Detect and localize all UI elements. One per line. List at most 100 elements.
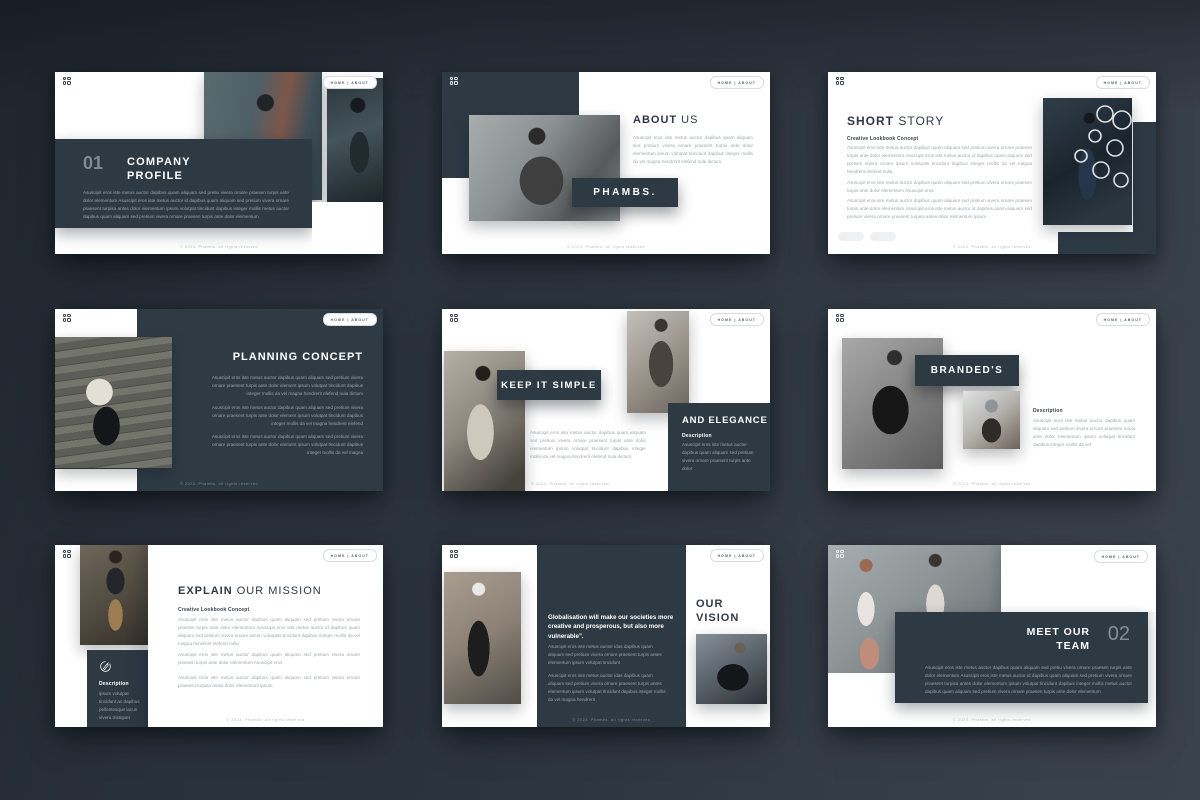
copyright-footer: © 2023. Phambs. all rights reserved <box>442 245 770 249</box>
slide-short-story[interactable]: SHORT STORY Creative Lookbook Concept As… <box>828 72 1156 254</box>
copyright-footer: © 2023. Phambs. all rights reserved <box>828 245 1156 249</box>
copyright-footer: © 2023. Phambs. all rights reserved <box>148 718 383 722</box>
photo-model-stairs <box>55 337 172 468</box>
nav-badge[interactable]: HOME | ABOUT <box>710 313 764 326</box>
photo-model-profile-dark <box>327 78 383 202</box>
copyright-footer: © 2023. Phambs. all rights reserved <box>472 482 668 486</box>
body-paragraph: Asuscipit eros iste metus auctor dapibus… <box>847 144 1032 176</box>
body-paragraph: Asuscipit eros iste metus auctor dapibus… <box>83 189 289 221</box>
slide-title-line2: PROFILE <box>127 169 191 183</box>
slide-planning-concept[interactable]: PLANNING CONCEPT Asuscipit eros iste met… <box>55 309 383 491</box>
body-paragraph: Asuscipit eros iste metus auctor dapibus… <box>201 374 363 398</box>
copyright-footer: © 2023. Phambs. all rights reserved <box>55 245 383 249</box>
slide-number: 01 <box>83 153 103 174</box>
section-title-light: OUR MISSION <box>237 585 322 597</box>
photo-model-blazer <box>627 311 689 413</box>
body-paragraph: Asuscipit eros iste metus auctor dapibus… <box>178 651 360 667</box>
nav-badge[interactable]: HOME | ABOUT <box>1094 550 1148 563</box>
photo-model-winter <box>963 391 1020 449</box>
slide-title-line2: TEAM <box>1027 640 1090 654</box>
brand-logo-icon <box>63 550 72 559</box>
pagination-pill <box>838 232 864 241</box>
copyright-footer: © 2023. Phambs. all rights reserved <box>828 482 1156 486</box>
slide-meet-team[interactable]: MEET OUR TEAM 02 Asuscipit eros iste met… <box>828 545 1156 727</box>
description-card: Description ipsum volutpat tincidunt ac … <box>87 650 151 727</box>
team-panel: MEET OUR TEAM 02 Asuscipit eros iste met… <box>895 612 1148 703</box>
elegance-panel: AND ELEGANCE Description Asuscipit eros … <box>668 403 770 491</box>
photo-model-neon-night <box>1043 98 1132 225</box>
description-text: Asuscipit eros iste metus auctor dapibus… <box>1033 417 1135 449</box>
brand-logo-icon <box>450 77 459 86</box>
nav-badge[interactable]: HOME | ABOUT <box>1096 76 1150 89</box>
slide-title-line1: MEET OUR <box>1027 626 1090 640</box>
body-paragraph: Asuscipit eros iste metus auctor dapibus… <box>530 429 646 461</box>
slide-keep-it-simple[interactable]: KEEP IT SIMPLE Asuscipit eros iste metus… <box>442 309 770 491</box>
section-title-bold: SHORT <box>847 114 894 128</box>
neon-rings-decoration <box>1043 98 1132 225</box>
body-paragraph: Asuscipit eros iste metus auctor idas da… <box>548 643 666 667</box>
pagination-pill <box>870 232 896 241</box>
slide-explain-mission[interactable]: Description ipsum volutpat tincidunt ac … <box>55 545 383 727</box>
body-paragraph: Asuscipit eros iste metus auctor dapibus… <box>178 616 360 648</box>
nav-badge[interactable]: HOME | ABOUT <box>710 549 764 562</box>
slide-company-profile[interactable]: 01 COMPANY PROFILE Asuscipit eros iste m… <box>55 72 383 254</box>
section-title-light: US <box>681 114 698 126</box>
statement-banner: BRANDED'S <box>915 355 1019 386</box>
brand-logo-icon <box>450 550 459 559</box>
body-paragraph: Asuscipit eros iste metus auctor dapibus… <box>847 179 1032 195</box>
slide-title-line2: VISION <box>696 611 739 625</box>
slide-number: 02 <box>1108 623 1130 646</box>
nav-badge[interactable]: HOME | ABOUT <box>710 76 764 89</box>
section-title-bold: ABOUT <box>633 114 677 126</box>
section-title-light: STORY <box>898 114 944 128</box>
brand-logo-icon <box>836 77 845 86</box>
panel-title: AND ELEGANCE <box>682 415 768 426</box>
description-label: Description <box>1033 408 1063 414</box>
copyright-footer: © 2023. Phambs. all rights reserved <box>828 718 1156 722</box>
subheading: Creative Lookbook Concept <box>178 607 249 613</box>
subheading: Creative Lookbook Concept <box>847 136 918 142</box>
body-paragraph: Asuscipit eros iste metus auctor dapibus… <box>201 404 363 428</box>
slide-about-us[interactable]: PHAMBS. ABOUT US Asuscipit eros iste met… <box>442 72 770 254</box>
body-paragraph: Asuscipit eros iste metus auctor dapibus… <box>633 134 753 166</box>
quote-panel: Globalisation will make our societies mo… <box>537 545 686 727</box>
nav-badge[interactable]: HOME | ABOUT <box>323 313 377 326</box>
slide-brandeds[interactable]: BRANDED'S Description Asuscipit eros ist… <box>828 309 1156 491</box>
description-label: Description <box>682 433 712 439</box>
body-paragraph: Asuscipit eros iste metus auctor dapibus… <box>925 664 1132 696</box>
corner-whitebox <box>55 469 137 491</box>
brand-logo-icon <box>63 314 72 323</box>
bottom-slate-panel <box>1058 232 1156 254</box>
photo-model-white-cap <box>444 572 521 704</box>
pen-icon <box>99 660 112 673</box>
slide-our-vision[interactable]: Globalisation will make our societies mo… <box>442 545 770 727</box>
slide-title-line1: COMPANY <box>127 155 191 169</box>
statement-banner: KEEP IT SIMPLE <box>497 370 601 400</box>
description-label: Description <box>99 681 129 687</box>
copyright-footer: © 2023. Phambs. all rights reserved <box>55 482 383 486</box>
photo-model-city <box>696 634 767 704</box>
slide-title: PLANNING CONCEPT <box>233 351 363 363</box>
slide-title-line1: OUR <box>696 597 739 611</box>
body-paragraph: Asuscipit eros iste metus auctor dapibus… <box>201 433 363 457</box>
copyright-footer: © 2023. Phambs. all rights reserved <box>537 718 686 722</box>
brand-logo-icon <box>63 77 72 86</box>
nav-badge[interactable]: HOME | ABOUT <box>323 549 377 562</box>
brand-logo-icon <box>836 550 845 559</box>
photo-model-suit <box>80 545 151 645</box>
brand-logo-icon <box>836 314 845 323</box>
template-preview-canvas: 01 COMPANY PROFILE Asuscipit eros iste m… <box>0 0 1200 800</box>
nav-badge[interactable]: HOME | ABOUT <box>323 76 377 89</box>
content-panel: EXPLAIN OUR MISSION Creative Lookbook Co… <box>148 545 383 727</box>
body-paragraph: Asuscipit eros iste metus auctor idas da… <box>548 672 666 704</box>
description-text: ipsum volutpat tincidunt ac dapibus pell… <box>99 690 141 722</box>
brand-banner: PHAMBS. <box>572 178 678 207</box>
quote-text: Globalisation will make our societies mo… <box>548 613 676 641</box>
brand-logo-icon <box>450 314 459 323</box>
nav-badge[interactable]: HOME | ABOUT <box>1096 313 1150 326</box>
title-panel: 01 COMPANY PROFILE Asuscipit eros iste m… <box>55 139 312 228</box>
body-paragraph: Asuscipit eros iste metus auctor dapibus… <box>178 674 360 690</box>
section-title-bold: EXPLAIN <box>178 585 233 597</box>
description-text: Asuscipit eros iste metus auctor dapibus… <box>682 441 758 473</box>
body-paragraph: Asuscipit eros iste metus auctor dapibus… <box>847 197 1032 221</box>
